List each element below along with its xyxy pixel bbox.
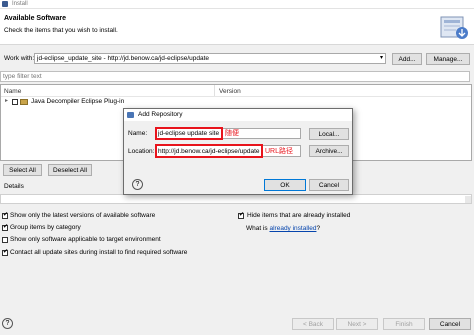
work-with-value: jd-eclipse_update_site - http://jd.benow…	[37, 55, 209, 62]
dialog-cancel-button[interactable]: Cancel	[309, 179, 349, 191]
what-is-text: What is	[246, 225, 268, 232]
location-highlight-box: http://jd.benow.ca/jd-eclipse/update	[155, 144, 263, 158]
finish-button[interactable]: Finish	[383, 318, 425, 330]
cancel-button[interactable]: Cancel	[429, 318, 471, 330]
details-area	[0, 194, 472, 204]
row-checkbox[interactable]	[12, 99, 18, 105]
install-wizard-banner-icon	[440, 16, 468, 39]
dialog-title: Add Repository	[138, 111, 183, 118]
window-titlebar: Install	[0, 0, 474, 9]
deselect-all-button[interactable]: Deselect All	[48, 164, 92, 176]
show-applicable-label: Show only software applicable to target …	[10, 236, 161, 243]
filter-input[interactable]	[0, 71, 470, 82]
location-annotation: URL路径	[265, 148, 294, 155]
page-subtitle: Check the items that you wish to install…	[4, 27, 118, 34]
column-header-version[interactable]: Version	[219, 88, 241, 95]
add-site-button[interactable]: Add...	[392, 53, 422, 65]
ok-button[interactable]: OK	[264, 179, 306, 191]
local-button[interactable]: Local...	[309, 128, 349, 140]
name-highlight-box: jd-eclipse update site	[155, 127, 223, 140]
name-annotation: 随便	[225, 130, 239, 137]
name-label: Name:	[128, 130, 148, 137]
repository-icon	[127, 112, 134, 118]
already-installed-line: What is already installed?	[246, 225, 320, 232]
window-title: Install	[12, 1, 28, 7]
page-title: Available Software	[4, 15, 66, 22]
location-label: Location:	[128, 148, 155, 155]
add-repository-dialog: Add Repository Name: jd-eclipse update s…	[123, 108, 353, 195]
wizard-header: Available Software Check the items that …	[0, 9, 474, 45]
row-name: Java Decompiler Eclipse Plug-in	[31, 98, 125, 105]
column-header-name[interactable]: Name	[4, 88, 21, 95]
contact-all-sites-label: Contact all update sites during install …	[10, 249, 188, 256]
category-icon	[20, 99, 28, 105]
hide-installed-checkbox[interactable]	[238, 211, 244, 219]
dialog-titlebar: Add Repository	[124, 109, 352, 121]
back-button[interactable]: < Back	[292, 318, 334, 330]
dialog-help-icon[interactable]: ?	[132, 179, 143, 190]
help-icon[interactable]: ?	[2, 318, 13, 329]
manage-sites-button[interactable]: Manage...	[426, 53, 470, 65]
name-field-value: jd-eclipse update site	[158, 130, 220, 137]
table-row[interactable]: ▸ Java Decompiler Eclipse Plug-in	[1, 97, 471, 107]
location-field-value: http://jd.benow.ca/jd-eclipse/update	[158, 148, 260, 155]
archive-button[interactable]: Archive...	[309, 145, 349, 157]
hide-installed-label: Hide items that are already installed	[247, 212, 351, 219]
column-divider	[214, 85, 215, 96]
details-label: Details	[4, 183, 24, 190]
contact-all-sites-checkbox[interactable]	[2, 248, 8, 256]
work-with-combo[interactable]: jd-eclipse_update_site - http://jd.benow…	[34, 53, 386, 64]
select-all-button[interactable]: Select All	[3, 164, 42, 176]
details-scrollbar[interactable]	[465, 196, 471, 203]
show-applicable-checkbox[interactable]	[2, 237, 8, 243]
show-latest-label: Show only the latest versions of availab…	[10, 212, 156, 219]
next-button[interactable]: Next >	[336, 318, 378, 330]
question-mark-text: ?	[316, 225, 321, 232]
already-installed-link[interactable]: already installed	[269, 225, 316, 232]
work-with-label: Work with:	[4, 55, 35, 62]
group-by-category-label: Group items by category	[10, 224, 81, 231]
eclipse-app-icon	[2, 1, 8, 7]
expand-arrow-icon[interactable]: ▸	[5, 97, 8, 104]
show-latest-checkbox[interactable]	[2, 211, 8, 219]
group-by-category-checkbox[interactable]	[2, 223, 8, 231]
chevron-down-icon[interactable]: ▾	[380, 54, 383, 63]
